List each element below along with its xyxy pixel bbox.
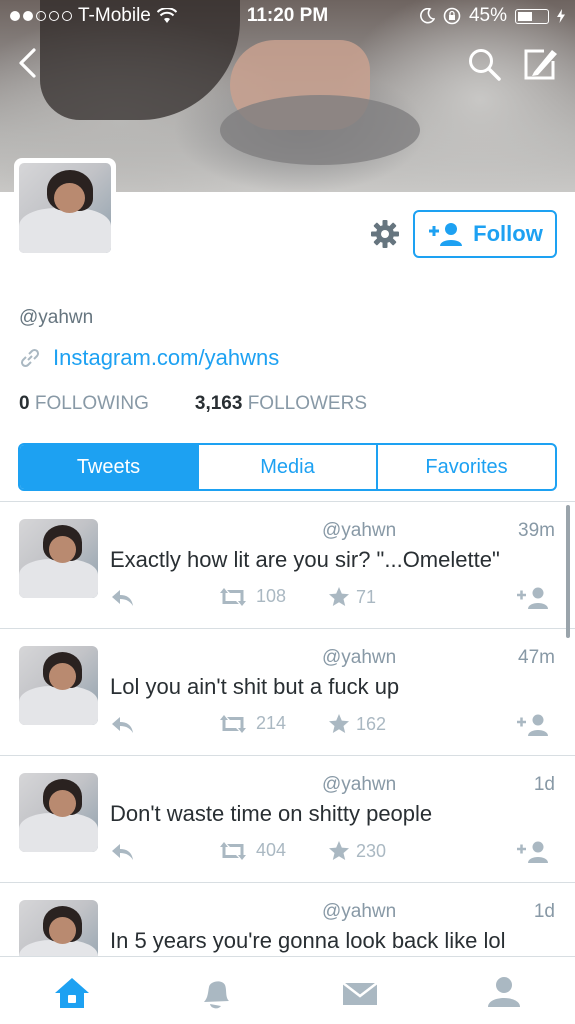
tweet-time: 1d <box>533 774 555 795</box>
tweet-text: Don't waste time on shitty people <box>110 801 433 826</box>
profile-avatar[interactable] <box>14 158 116 258</box>
favorite-action[interactable]: 162 <box>328 713 386 735</box>
reply-icon[interactable] <box>110 715 136 735</box>
tab-tweets[interactable]: Tweets <box>20 445 197 489</box>
tweet-row[interactable]: @yahwn 1d In 5 years you're gonna look b… <box>0 883 575 956</box>
moon-icon <box>420 8 435 24</box>
tweet-actions: 108 71 <box>110 586 550 612</box>
orientation-lock-icon <box>443 7 461 25</box>
avatar[interactable] <box>19 519 98 598</box>
signal-strength-icon <box>10 11 72 21</box>
favorite-action[interactable]: 71 <box>328 586 376 608</box>
avatar[interactable] <box>19 773 98 852</box>
following-label: FOLLOWING <box>34 393 149 414</box>
follow-button[interactable]: Follow <box>413 210 557 258</box>
retweet-icon <box>220 841 246 860</box>
tweet-time: 47m <box>518 647 555 668</box>
tweet-row[interactable]: @yahwn 47m Lol you ain't shit but a fuck… <box>0 629 575 756</box>
tweet-row[interactable]: @yahwn 1d Don't waste time on shitty peo… <box>0 756 575 883</box>
compose-icon[interactable] <box>522 46 560 82</box>
battery-percent: 45% <box>468 5 507 26</box>
retweet-icon <box>220 714 246 733</box>
follow-label: Follow <box>473 221 543 246</box>
profile-link-row: Instagram.com/yahwns <box>19 345 279 371</box>
followers-count: 3,163 <box>194 393 243 414</box>
follow-user-icon[interactable] <box>516 586 550 610</box>
avatar[interactable] <box>19 900 98 956</box>
link-icon <box>20 348 40 368</box>
favorite-count: 230 <box>356 840 387 861</box>
tweet-handle: @yahwn <box>322 901 397 922</box>
follow-user-icon[interactable] <box>516 840 550 864</box>
tweet-actions: 214 162 <box>110 713 550 739</box>
back-button[interactable] <box>12 46 46 80</box>
star-icon <box>329 587 349 606</box>
reply-icon[interactable] <box>110 842 136 862</box>
gear-icon[interactable] <box>370 219 400 249</box>
favorite-count: 71 <box>356 586 377 607</box>
tweet-time: 1d <box>533 901 555 922</box>
retweet-count: 108 <box>256 586 287 606</box>
retweet-icon <box>220 587 246 606</box>
retweet-action[interactable]: 214 <box>216 713 286 734</box>
bottom-tab-bar <box>0 956 575 1024</box>
retweet-action[interactable]: 404 <box>216 840 286 861</box>
favorite-action[interactable]: 230 <box>328 840 386 862</box>
tweet-row[interactable]: @yahwn 39m Exactly how lit are you sir? … <box>0 502 575 629</box>
tweet-handle: @yahwn <box>322 647 397 668</box>
tweet-handle: @yahwn <box>322 520 397 541</box>
tab-media[interactable]: Media <box>197 445 376 489</box>
tweet-time: 39m <box>518 520 555 541</box>
tweet-text: Lol you ain't shit but a fuck up <box>110 674 400 699</box>
envelope-icon[interactable] <box>340 975 380 1011</box>
tweet-handle: @yahwn <box>322 774 397 795</box>
followers-label: FOLLOWERS <box>247 393 368 414</box>
tweet-timeline[interactable]: @yahwn 39m Exactly how lit are you sir? … <box>0 502 575 956</box>
home-icon[interactable] <box>52 975 92 1011</box>
tweet-actions: 404 230 <box>110 840 550 866</box>
retweet-count: 214 <box>256 713 287 733</box>
scrollbar[interactable] <box>566 505 570 638</box>
followers-stat[interactable]: 3,163 FOLLOWERS <box>195 393 367 415</box>
star-icon <box>329 714 349 733</box>
search-icon[interactable] <box>466 46 502 82</box>
follow-user-icon[interactable] <box>516 713 550 737</box>
add-person-icon <box>429 223 463 246</box>
wifi-icon <box>156 8 177 23</box>
tab-favorites[interactable]: Favorites <box>376 445 555 489</box>
retweet-count: 404 <box>256 840 287 860</box>
charging-bolt-icon <box>557 9 565 23</box>
following-count: 0 <box>19 393 30 414</box>
bell-icon[interactable] <box>196 975 236 1011</box>
reply-icon[interactable] <box>110 588 136 608</box>
profile-tabs: Tweets Media Favorites <box>18 443 557 491</box>
favorite-count: 162 <box>356 713 387 734</box>
avatar <box>19 163 111 253</box>
carrier-label: T-Mobile <box>78 5 151 26</box>
battery-icon <box>515 8 549 24</box>
following-stat[interactable]: 0 FOLLOWING <box>19 393 149 415</box>
retweet-action[interactable]: 108 <box>216 586 286 607</box>
status-bar: T-Mobile 11:20 PM 45% <box>0 0 575 32</box>
profile-stats: 0 FOLLOWING 3,163 FOLLOWERS <box>19 393 367 415</box>
star-icon <box>329 841 349 860</box>
tweet-text: Exactly how lit are you sir? "...Omelett… <box>110 547 500 572</box>
person-icon[interactable] <box>484 975 524 1011</box>
avatar[interactable] <box>19 646 98 725</box>
profile-website-link[interactable]: Instagram.com/yahwns <box>53 345 279 371</box>
tweet-text: In 5 years you're gonna look back like l… <box>110 928 506 953</box>
banner-photo-shirt <box>220 95 420 165</box>
profile-handle: @yahwn <box>19 307 94 328</box>
